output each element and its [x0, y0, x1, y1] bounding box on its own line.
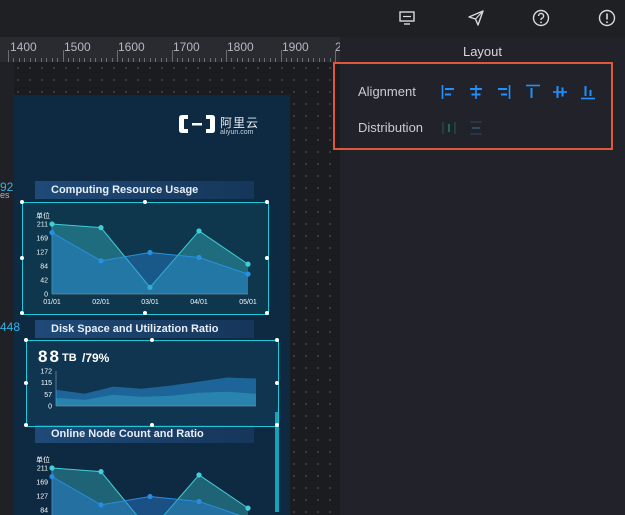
ruler-tick — [62, 50, 64, 62]
resize-handle[interactable] — [142, 200, 147, 204]
y-tick-label: 0 — [48, 404, 52, 411]
resize-handle[interactable] — [20, 200, 24, 204]
align-bottom-icon[interactable] — [579, 83, 597, 101]
data-point — [49, 465, 55, 471]
align-right-icon[interactable] — [494, 83, 512, 101]
align-left-icon[interactable] — [440, 83, 458, 101]
y-tick-label: 172 — [40, 369, 52, 376]
ruler-label: 1400 — [10, 40, 37, 54]
resize-handle[interactable] — [265, 311, 269, 315]
selection-box[interactable] — [22, 202, 269, 315]
panel-title-disk[interactable]: Disk Space and Utilization Ratio — [35, 320, 254, 338]
resize-handle[interactable] — [275, 338, 279, 342]
ruler-tick — [226, 50, 227, 62]
logo-name-en: aliyun.com — [220, 129, 254, 136]
ruler-tick — [171, 50, 173, 62]
distribute-vertical-icon[interactable] — [467, 119, 485, 137]
y-axis-unit: 单位 — [36, 455, 50, 464]
alert-icon[interactable] — [597, 8, 617, 28]
data-point — [98, 469, 104, 475]
y-tick-label: 211 — [37, 466, 48, 473]
y-tick-label: 127 — [36, 494, 48, 501]
panel-title-computing[interactable]: Computing Resource Usage — [35, 181, 254, 199]
selection-edge — [275, 412, 279, 512]
ruler-tick — [8, 50, 9, 62]
data-point — [98, 502, 104, 508]
ruler-label: 1800 — [227, 40, 254, 54]
align-middle-vertical-icon[interactable] — [551, 83, 569, 101]
ruler-label: 1500 — [64, 40, 91, 54]
resize-handle[interactable] — [142, 311, 147, 315]
ruler-tick — [335, 50, 336, 62]
data-point — [245, 505, 251, 511]
y-tick-label: 115 — [41, 380, 52, 387]
layout-panel: Layout Alignment Distribution — [333, 37, 625, 515]
disk-value: 88 — [38, 347, 61, 366]
panel-title-nodes[interactable]: Online Node Count and Ratio — [35, 425, 254, 443]
ruler-label: 1900 — [282, 40, 309, 54]
help-icon[interactable] — [531, 8, 551, 28]
resize-handle[interactable] — [275, 380, 279, 385]
data-point — [147, 493, 153, 500]
resize-handle[interactable] — [265, 200, 269, 204]
distribute-horizontal-icon[interactable] — [440, 119, 458, 137]
align-top-icon[interactable] — [524, 83, 542, 101]
y-tick-label: 57 — [44, 392, 52, 399]
resize-handle[interactable] — [149, 338, 154, 342]
data-point — [49, 474, 55, 480]
resize-handle[interactable] — [24, 380, 28, 385]
comment-icon[interactable] — [397, 8, 417, 28]
resize-handle[interactable] — [149, 423, 154, 427]
resize-handle[interactable] — [24, 338, 28, 342]
send-icon[interactable] — [466, 8, 486, 28]
resize-handle[interactable] — [275, 423, 279, 427]
vertical-ruler[interactable] — [0, 62, 14, 515]
resize-handle[interactable] — [24, 423, 28, 427]
align-center-horizontal-icon[interactable] — [467, 83, 485, 101]
ruler-label: 1700 — [173, 40, 200, 54]
disk-unit: TB — [62, 352, 77, 364]
panel-header: Layout — [462, 44, 503, 59]
ruler-label: 1600 — [118, 40, 145, 54]
edge-fragment: es — [0, 190, 10, 200]
resize-handle[interactable] — [265, 255, 269, 260]
resize-handle[interactable] — [20, 255, 24, 260]
y-tick-label: 169 — [36, 480, 48, 487]
data-point — [196, 498, 202, 505]
data-point — [196, 472, 202, 478]
edge-number: 448 — [0, 320, 21, 334]
top-toolbar — [0, 0, 625, 37]
y-tick-label: 84 — [40, 508, 48, 515]
ruler-tick — [280, 50, 282, 62]
online-node-chart[interactable]: 单位 211 169 127 84 — [22, 452, 268, 515]
alignment-label: Alignment — [358, 84, 416, 99]
ruler-tick — [117, 50, 118, 62]
disk-usage-chart[interactable]: 172 115 57 0 — [26, 365, 276, 421]
aliyun-logo-icon — [179, 115, 215, 133]
horizontal-ruler[interactable]: 1400 1500 1600 1700 1800 1900 2 — [0, 37, 340, 63]
resize-handle[interactable] — [20, 311, 24, 315]
disk-ratio: /79% — [82, 351, 110, 365]
distribution-label: Distribution — [358, 120, 424, 135]
